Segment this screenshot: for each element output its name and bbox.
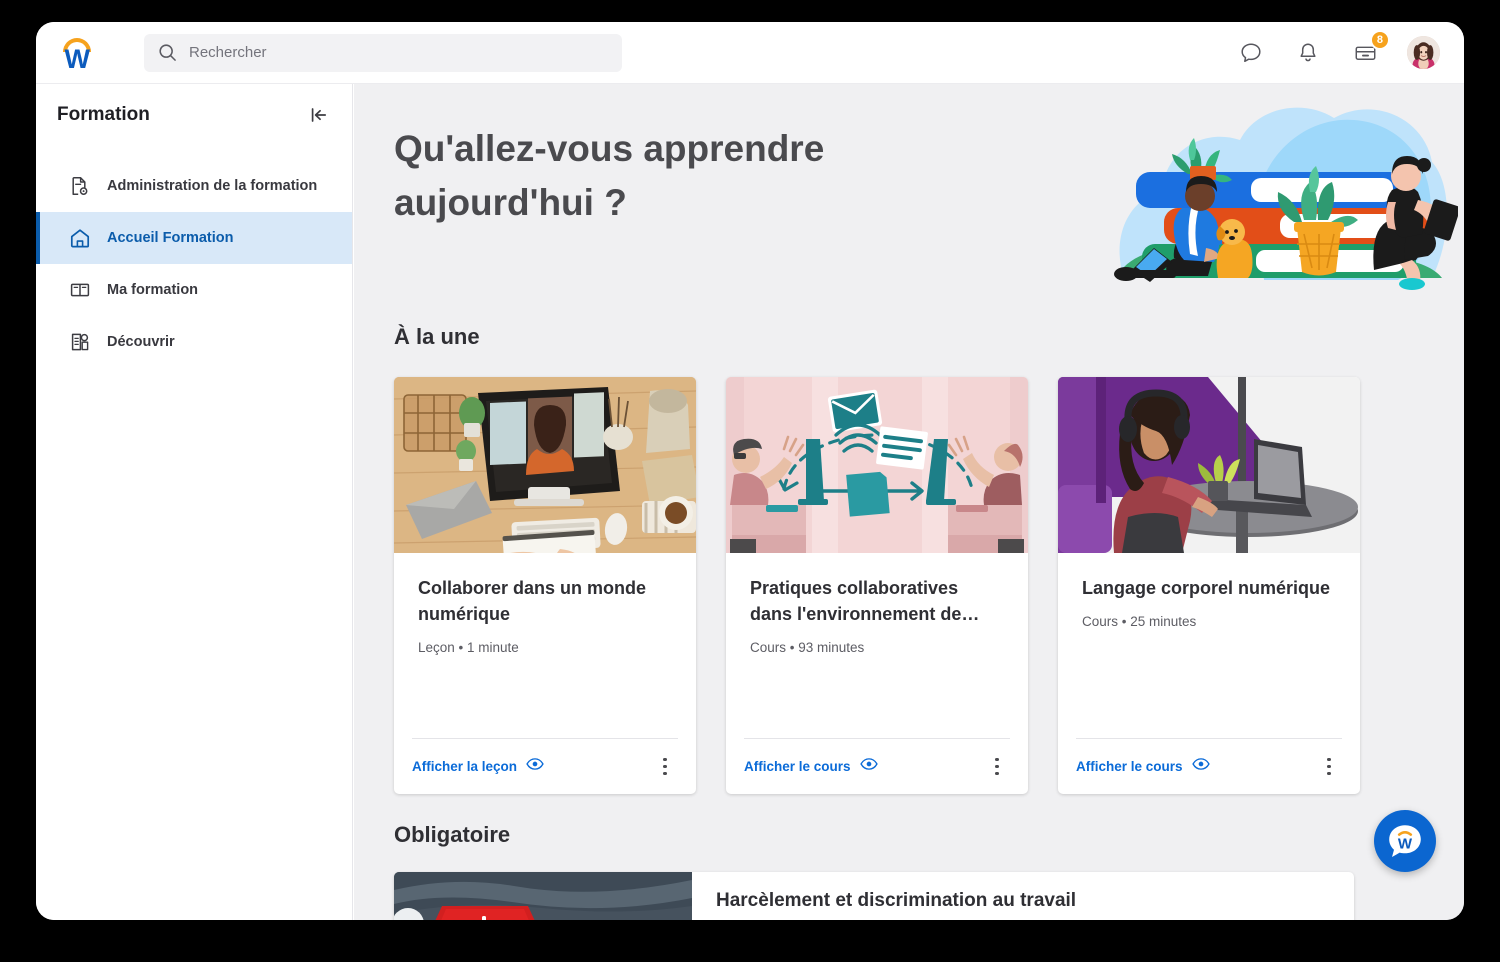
course-card-body: Collaborer dans un monde numérique Leçon… [394,553,696,738]
course-card-title: Pratiques collaboratives dans l'environn… [750,578,980,625]
view-lesson-label: Afficher la leçon [412,759,518,774]
required-card-list: Harcèlement et discrimination au travail [354,872,1464,920]
sidebar-item-decouvrir[interactable]: Découvrir [36,316,352,368]
svg-text:W: W [1398,835,1413,852]
kebab-menu-icon[interactable] [1316,754,1342,780]
kebab-menu-icon[interactable] [652,754,678,780]
main-content: Qu'allez-vous apprendre aujourd'hui ? À … [354,84,1464,920]
document-settings-icon [68,174,92,198]
workday-logo[interactable]: W [54,30,100,76]
course-card-title: Langage corporel numérique [1082,578,1331,598]
course-card-body: Pratiques collaboratives dans l'environn… [726,553,1028,738]
eye-icon [859,757,878,776]
sidebar-header: Formation [36,84,352,146]
discover-document-icon [68,330,92,354]
view-course-button[interactable]: Afficher le cours [1076,757,1210,776]
device-frame: W Rechercher 8 Formation Administration … [0,0,1500,962]
learning-books-illustration [1106,92,1461,292]
sidebar-item-accueil-formation[interactable]: Accueil Formation [36,212,352,264]
woman-laptop-photo [1058,377,1360,553]
eye-icon [526,757,544,776]
inbox-tray-icon[interactable]: 8 [1350,29,1390,68]
open-book-icon [68,278,92,302]
course-card[interactable]: Pratiques collaboratives dans l'environn… [726,377,1028,794]
desk-videocall-photo [394,377,696,553]
sidebar-nav-list: Administration de la formation Accueil F… [36,160,352,368]
course-card[interactable]: Collaborer dans un monde numérique Leçon… [394,377,696,794]
view-course-label: Afficher le cours [1076,759,1183,774]
view-course-button[interactable]: Afficher le cours [744,757,878,776]
sidebar-item-label: Découvrir [107,334,175,350]
top-bar-actions: 8 [1236,29,1440,69]
view-course-label: Afficher le cours [744,759,851,774]
sidebar-item-administration[interactable]: Administration de la formation [36,160,352,212]
chat-icon[interactable] [1236,38,1266,68]
sidebar-title: Formation [57,104,150,125]
sidebar: Formation Administration de la formation… [36,84,353,920]
stop-sign-photo [394,872,692,920]
featured-section-heading: À la une [394,324,480,349]
workday-assistant-button[interactable]: W [1374,810,1436,872]
collapse-panel-icon[interactable] [306,102,332,128]
course-card-title: Collaborer dans un monde numérique [418,578,647,625]
collaboration-illustration [726,377,1028,553]
sidebar-item-label: Ma formation [107,282,199,298]
course-card-body: Langage corporel numérique Cours • 25 mi… [1058,553,1360,738]
required-course-card[interactable]: Harcèlement et discrimination au travail [394,872,1354,920]
view-lesson-button[interactable]: Afficher la leçon [412,757,544,776]
course-card-meta: Cours • 25 minutes [1082,614,1197,630]
sidebar-item-label: Accueil Formation [107,230,234,246]
home-icon [68,226,92,250]
eye-icon [1191,757,1210,776]
notifications-bell-icon[interactable] [1293,38,1323,68]
required-section-heading: Obligatoire [394,822,511,847]
sidebar-item-ma-formation[interactable]: Ma formation [36,264,352,316]
app-viewport: W Rechercher 8 Formation Administration … [36,22,1464,920]
search-input[interactable]: Rechercher [144,33,622,72]
search-placeholder-text: Rechercher [189,44,267,61]
hero-banner: Qu'allez-vous apprendre aujourd'hui ? [354,84,1464,320]
sidebar-item-label: Administration de la formation [107,178,318,194]
top-bar: W Rechercher 8 [36,22,1464,84]
workday-logo-letter: W [64,43,90,74]
course-card-meta: Cours • 93 minutes [750,640,865,656]
kebab-menu-icon[interactable] [984,754,1010,780]
course-card-footer: Afficher le cours [744,738,1010,794]
course-card[interactable]: Langage corporel numérique Cours • 25 mi… [1058,377,1360,794]
search-icon [158,43,177,62]
page-title: Qu'allez-vous apprendre aujourd'hui ? [394,128,825,223]
required-course-title: Harcèlement et discrimination au travail [716,890,1077,911]
course-card-footer: Afficher le cours [1076,738,1342,794]
inbox-badge-count: 8 [1369,29,1390,50]
featured-card-list: Collaborer dans un monde numérique Leçon… [354,377,1464,794]
course-card-meta: Leçon • 1 minute [418,640,519,656]
avatar[interactable] [1407,36,1440,69]
course-card-footer: Afficher la leçon [412,738,678,794]
